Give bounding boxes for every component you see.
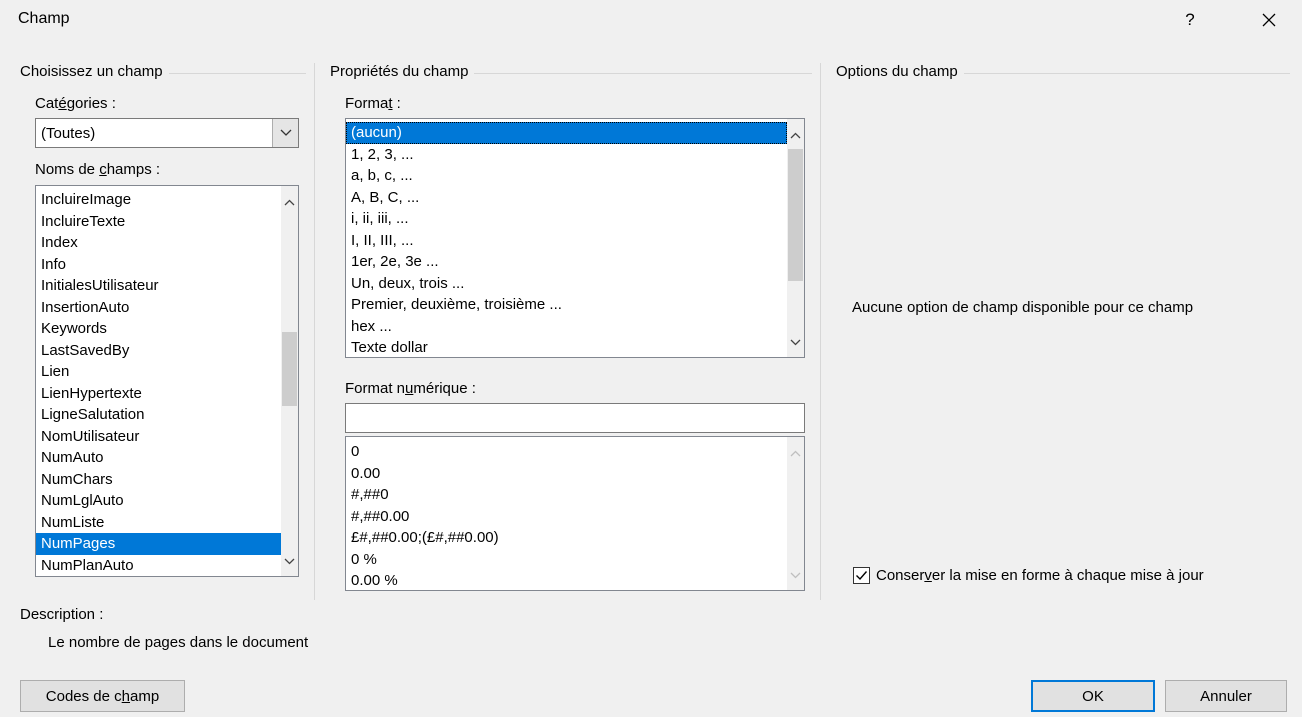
field-names-label: Noms de champs : — [35, 161, 161, 178]
field-name-list-item[interactable]: NomUtilisateur — [36, 426, 281, 448]
field-names-listbox[interactable]: IncluireImage IncluireTexte Index Info Initi… — [35, 185, 299, 577]
format-list-item[interactable]: hex ... — [346, 316, 787, 338]
field-options-group-title: Options du champ — [836, 63, 964, 80]
choose-field-group-title: Choisissez un champ — [20, 63, 169, 80]
field-name-list-item[interactable]: InsertionAuto — [36, 297, 281, 319]
field-name-list-item[interactable]: NumLglAuto — [36, 490, 281, 512]
field-name-list-item[interactable]: IncluireTexte — [36, 211, 281, 233]
chevron-up-icon — [790, 132, 801, 139]
format-label: Format : — [345, 95, 401, 112]
categories-combobox[interactable]: (Toutes) — [35, 118, 299, 148]
field-name-list-item[interactable]: NumChars — [36, 469, 281, 491]
format-scrollbar[interactable] — [787, 119, 804, 357]
checkmark-icon — [856, 571, 868, 581]
chevron-down-icon — [790, 339, 801, 346]
field-name-list-item[interactable]: InitialesUtilisateur — [36, 275, 281, 297]
format-scroll-thumb[interactable] — [788, 149, 803, 281]
chevron-down-icon — [280, 129, 291, 136]
format-list-item[interactable]: Premier, deuxième, troisième ... — [346, 294, 787, 316]
field-name-list-item[interactable]: IncluireImage — [36, 189, 281, 211]
scroll-up-arrow — [787, 445, 804, 462]
field-name-list-item[interactable]: Lien — [36, 361, 281, 383]
field-name-list-item[interactable]: Index — [36, 232, 281, 254]
numeric-format-list-item[interactable]: £#,##0.00;(£#,##0.00) — [346, 527, 787, 549]
field-name-list-item[interactable]: LienHypertexte — [36, 383, 281, 405]
ok-button[interactable]: OK — [1031, 680, 1155, 712]
format-list-item[interactable]: I, II, III, ... — [346, 230, 787, 252]
format-list-item[interactable]: Un, deux, trois ... — [346, 273, 787, 295]
no-options-message: Aucune option de champ disponible pour c… — [852, 299, 1194, 316]
description-label: Description : — [20, 606, 104, 623]
format-list-item[interactable]: Texte dollar — [346, 337, 787, 357]
preserve-formatting-checkbox[interactable]: Conserver la mise en forme à chaque mise… — [853, 567, 1204, 584]
field-name-list-item[interactable]: Keywords — [36, 318, 281, 340]
scroll-down-arrow — [787, 567, 804, 584]
categories-dropdown-button[interactable] — [272, 119, 298, 147]
numeric-format-list-item[interactable]: 0 % — [346, 549, 787, 571]
close-button[interactable] — [1254, 6, 1284, 34]
format-list-item[interactable]: a, b, c, ... — [346, 165, 787, 187]
help-button[interactable]: ? — [1175, 6, 1205, 34]
format-list-item[interactable]: (aucun) — [346, 122, 787, 144]
format-list-item[interactable]: 1, 2, 3, ... — [346, 144, 787, 166]
close-icon — [1262, 13, 1276, 27]
numeric-format-list-item[interactable]: #,##0 — [346, 484, 787, 506]
numeric-format-list-item[interactable]: #,##0.00 — [346, 506, 787, 528]
field-names-scrollbar[interactable] — [281, 186, 298, 576]
chevron-down-icon — [790, 572, 801, 579]
field-name-list-item[interactable]: Info — [36, 254, 281, 276]
field-name-list-item[interactable]: LastSavedBy — [36, 340, 281, 362]
chevron-up-icon — [790, 450, 801, 457]
format-list-item[interactable]: A, B, C, ... — [346, 187, 787, 209]
field-name-list-item[interactable]: NumPages — [36, 533, 281, 555]
field-name-list-item[interactable]: LigneSalutation — [36, 404, 281, 426]
numeric-format-list-item[interactable]: 0 — [346, 441, 787, 463]
column-separator-right — [820, 63, 821, 600]
numeric-format-scrollbar — [787, 437, 804, 590]
chevron-down-icon — [284, 558, 295, 565]
format-list-item[interactable]: 1er, 2e, 3e ... — [346, 251, 787, 273]
numeric-format-input[interactable] — [345, 403, 805, 433]
scroll-down-arrow[interactable] — [281, 553, 298, 570]
dialog-title: Champ — [18, 10, 70, 27]
cancel-button[interactable]: Annuler — [1165, 680, 1287, 712]
categories-value: (Toutes) — [41, 124, 96, 142]
scroll-up-arrow[interactable] — [787, 127, 804, 144]
numeric-format-list-item[interactable]: 0.00 — [346, 463, 787, 485]
format-listbox[interactable]: (aucun) 1, 2, 3, ... a, b, c, ... A, B, C, … — [345, 118, 805, 358]
column-separator-left — [314, 63, 315, 600]
help-icon: ? — [1185, 10, 1195, 29]
field-name-list-item[interactable]: NumAuto — [36, 447, 281, 469]
field-codes-button[interactable]: Codes de c h amp — [20, 680, 185, 712]
chevron-up-icon — [284, 199, 295, 206]
scroll-up-arrow[interactable] — [281, 194, 298, 211]
preserve-formatting-checkbox-box[interactable] — [853, 567, 870, 584]
scroll-down-arrow[interactable] — [787, 334, 804, 351]
field-name-list-item[interactable]: NumListe — [36, 512, 281, 534]
numeric-format-listbox[interactable]: 0 0.00 #,##0 #,##0.00 £#,##0.00;(£#,##0.00) 0… — [345, 436, 805, 591]
field-properties-group-title: Propriétés du champ — [330, 63, 475, 80]
preserve-formatting-label: Conserver la mise en forme à chaque mise… — [876, 567, 1204, 584]
numeric-format-list-item[interactable]: 0.00 % — [346, 570, 787, 590]
numeric-format-label: Format numérique : — [345, 380, 476, 397]
format-list-item[interactable]: i, ii, iii, ... — [346, 208, 787, 230]
field-names-scroll-thumb[interactable] — [282, 332, 297, 406]
categories-label: Catégories : — [35, 95, 116, 112]
description-text: Le nombre de pages dans le document — [48, 634, 309, 651]
field-name-list-item[interactable]: NumPlanAuto — [36, 555, 281, 577]
